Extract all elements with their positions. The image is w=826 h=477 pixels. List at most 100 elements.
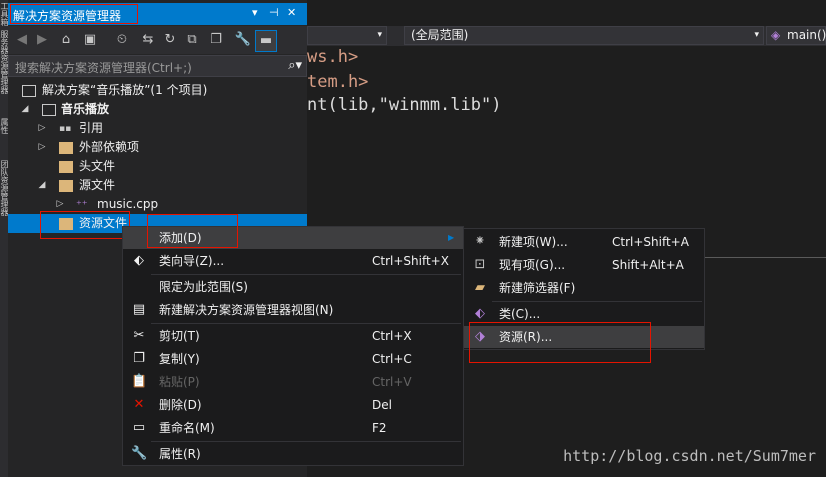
shortcut-copy: Ctrl+C — [372, 352, 412, 366]
submenu-item-existing-item[interactable]: ⊡ 现有项(G)... Shift+Alt+A — [464, 254, 704, 276]
expand-arrow-icon[interactable]: ◢ — [37, 176, 47, 195]
menu-label-class-wizard: 类向导(Z)... — [159, 254, 225, 268]
shortcut-rename: F2 — [372, 421, 387, 435]
references-icon: ▪▪ — [59, 124, 72, 134]
shortcut-cut: Ctrl+X — [372, 329, 412, 343]
panel-toolbar: ◀ ▶ ⌂ ▣ ⏲ ⇆ ↻ ⧉ ❐ 🔧 ▬ — [8, 26, 307, 54]
tree-label-references: 引用 — [79, 121, 104, 135]
function-icon: ◈ — [771, 28, 781, 42]
menu-item-rename[interactable]: ▭ 重命名(M) F2 — [123, 417, 463, 439]
menu-item-cut[interactable]: ✂ 剪切(T) Ctrl+X — [123, 325, 463, 347]
search-box[interactable]: 搜索解决方案资源管理器(Ctrl+;) ⌕▾ — [8, 55, 307, 77]
menu-item-new-view[interactable]: ▤ 新建解决方案资源管理器视图(N) — [123, 299, 463, 321]
scope-combo[interactable]: (全局范围) ▾ — [404, 26, 764, 45]
tree-item-header-files[interactable]: 头文件 — [8, 157, 307, 176]
menu-label-scope: 限定为此范围(S) — [159, 280, 248, 294]
editor-navigation-bar: ▾ (全局范围) ▾ ◈ main() — [307, 26, 826, 46]
copy-icon: ❐ — [133, 351, 145, 366]
scope-label: (全局范围) — [411, 28, 469, 42]
collapse-all-icon[interactable]: ⧉ — [182, 30, 202, 50]
tree-label-project: 音乐播放 — [61, 102, 110, 116]
new-filter-icon: ▰ — [475, 280, 485, 295]
search-icon[interactable]: ⌕▾ — [288, 58, 302, 73]
resource-highlight-box — [469, 322, 651, 363]
submenu-label-new-item: 新建项(W)... — [499, 235, 568, 249]
toolbox-tab[interactable]: 工具箱 — [0, 2, 9, 26]
new-item-icon: ⁕ — [474, 234, 486, 249]
tree-item-project[interactable]: ◢ 音乐播放 — [8, 100, 307, 119]
chevron-down-icon: ▾ — [754, 30, 759, 40]
close-icon[interactable]: ✕ — [287, 6, 296, 19]
wrench-icon[interactable]: 🔧 — [233, 30, 253, 50]
shortcut-paste: Ctrl+V — [372, 375, 412, 389]
new-view-icon: ▤ — [132, 302, 146, 317]
home-icon[interactable]: ⌂ — [56, 30, 76, 50]
menu-separator — [151, 441, 461, 442]
submenu-label-new-filter: 新建筛选器(F) — [499, 281, 576, 295]
shortcut-delete: Del — [372, 398, 392, 412]
menu-label-paste: 粘贴(P) — [159, 375, 200, 389]
function-combo[interactable]: ◈ main() — [766, 26, 826, 45]
scissors-icon: ✂ — [133, 328, 145, 343]
code-line-2: tem.h> — [307, 72, 369, 92]
class-wizard-icon: ⬖ — [134, 253, 144, 268]
tree-item-source-files[interactable]: ◢ 源文件 — [8, 176, 307, 195]
server-explorer-tab[interactable]: 服务器资源管理器 — [0, 30, 9, 94]
tree-item-solution[interactable]: 解决方案“音乐播放”(1 个项目) — [8, 81, 307, 100]
title-highlight-box — [10, 4, 138, 24]
project-icon — [42, 104, 56, 116]
menu-label-delete: 删除(D) — [159, 398, 202, 412]
copy-icon[interactable]: ❐ — [206, 30, 226, 50]
team-explorer-tab[interactable]: 团队资源管理器 — [0, 160, 9, 216]
expand-arrow-icon[interactable]: ◢ — [20, 100, 30, 119]
context-menu: 添加(D) ▶ ⬖ 类向导(Z)... Ctrl+Shift+X 限定为此范围(… — [122, 226, 464, 466]
pin-icon[interactable]: ⊣ — [269, 6, 279, 19]
code-line-3-text: nt(lib,"winmm.lib") — [307, 95, 502, 115]
menu-item-paste[interactable]: 📋 粘贴(P) Ctrl+V — [123, 371, 463, 393]
wrench-icon: 🔧 — [131, 446, 148, 461]
project-combo[interactable]: ▾ — [307, 26, 387, 45]
menu-item-properties[interactable]: 🔧 属性(R) — [123, 443, 463, 465]
properties-tab[interactable]: 属性 — [0, 118, 9, 134]
dropdown-icon[interactable]: ▾ — [252, 6, 258, 19]
tree-item-references[interactable]: ▷ ▪▪ 引用 — [8, 119, 307, 138]
tree-item-external-deps[interactable]: ▷ 外部依赖项 — [8, 138, 307, 157]
menu-item-delete[interactable]: ✕ 删除(D) Del — [123, 394, 463, 416]
menu-label-properties: 属性(R) — [159, 447, 201, 461]
chevron-down-icon: ▾ — [377, 30, 382, 40]
submenu-item-new-filter[interactable]: ▰ 新建筛选器(F) — [464, 277, 704, 299]
resource-files-highlight-box — [40, 211, 130, 239]
function-label: main() — [787, 28, 826, 42]
sync-icon[interactable]: ⇆ — [138, 30, 158, 50]
menu-item-copy[interactable]: ❐ 复制(Y) Ctrl+C — [123, 348, 463, 370]
submenu-label-existing-item: 现有项(G)... — [499, 258, 566, 272]
tree-label-sources: 源文件 — [79, 178, 116, 192]
menu-label-new-view: 新建解决方案资源管理器视图(N) — [159, 303, 334, 317]
solution-icon — [22, 85, 36, 97]
existing-item-icon: ⊡ — [474, 257, 486, 272]
collapse-arrow-icon[interactable]: ▷ — [37, 138, 47, 157]
shortcut-existing-item: Shift+Alt+A — [612, 258, 684, 272]
history-icon[interactable]: ⏲ — [112, 30, 132, 50]
shortcut-new-item: Ctrl+Shift+A — [612, 235, 689, 249]
preview-icon[interactable]: ▬ — [255, 30, 277, 52]
rename-icon: ▭ — [132, 420, 146, 435]
menu-item-scope[interactable]: 限定为此范围(S) — [123, 276, 463, 298]
paste-icon: 📋 — [131, 374, 148, 389]
switch-views-icon[interactable]: ▣ — [80, 30, 100, 50]
folder-icon — [59, 142, 73, 154]
code-line-3: nt(lib,"winmm.lib") — [307, 95, 501, 115]
search-placeholder: 搜索解决方案资源管理器(Ctrl+;) — [15, 61, 192, 75]
refresh-icon[interactable]: ↻ — [160, 30, 180, 50]
tree-label-solution: 解决方案“音乐播放”(1 个项目) — [42, 83, 208, 97]
menu-label-cut: 剪切(T) — [159, 329, 200, 343]
shortcut-class-wizard: Ctrl+Shift+X — [372, 254, 449, 268]
editor-divider — [704, 257, 826, 258]
menu-item-class-wizard[interactable]: ⬖ 类向导(Z)... Ctrl+Shift+X — [123, 250, 463, 272]
submenu-item-new-item[interactable]: ⁕ 新建项(W)... Ctrl+Shift+A — [464, 231, 704, 253]
menu-separator — [492, 301, 702, 302]
back-icon[interactable]: ◀ — [12, 30, 32, 50]
menu-label-copy: 复制(Y) — [159, 352, 200, 366]
forward-icon[interactable]: ▶ — [32, 30, 52, 50]
collapse-arrow-icon[interactable]: ▷ — [37, 119, 47, 138]
